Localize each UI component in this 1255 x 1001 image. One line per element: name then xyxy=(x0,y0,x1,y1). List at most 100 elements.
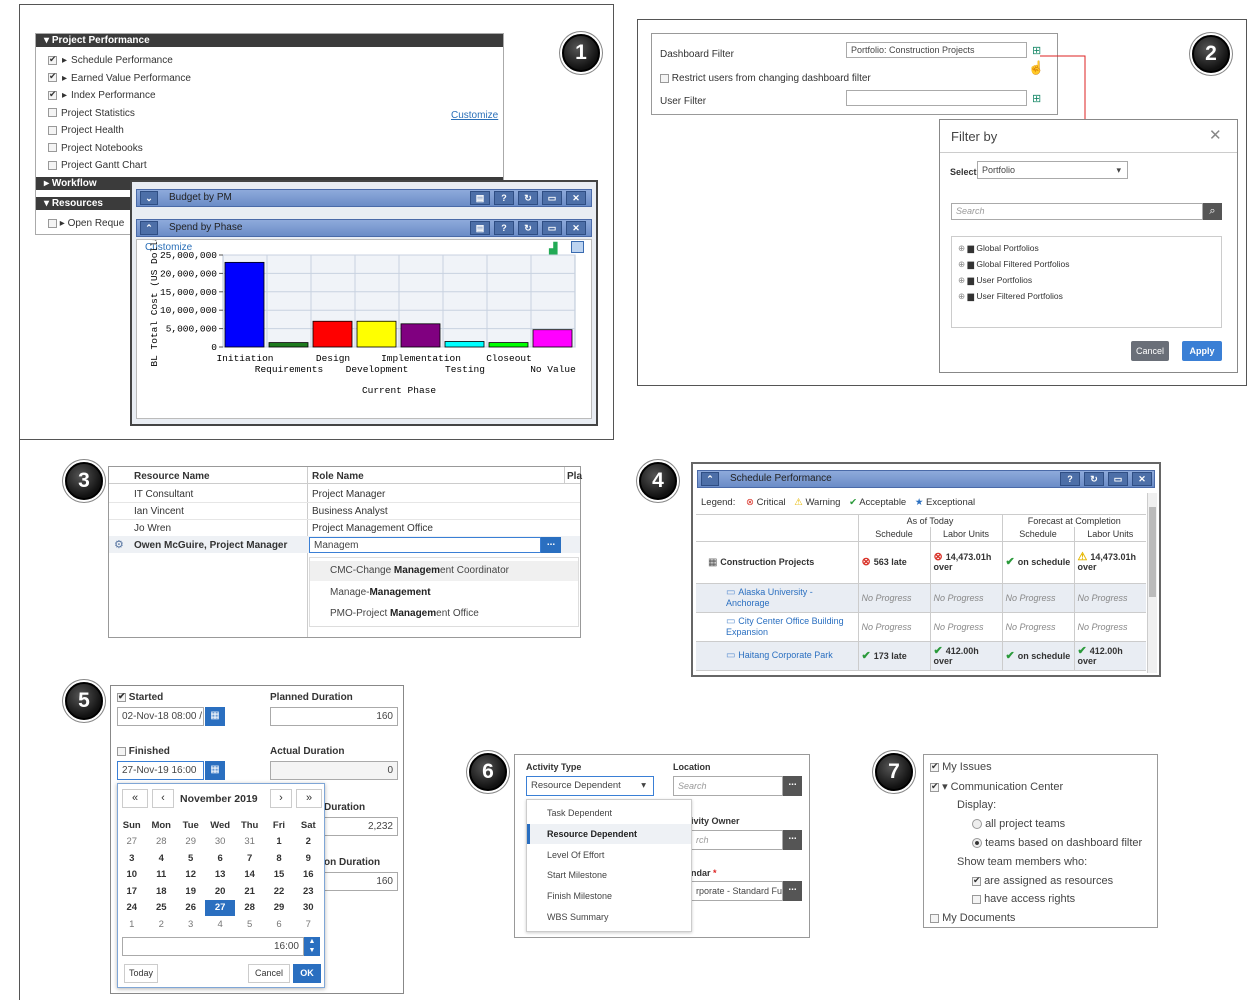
help-icon[interactable]: ? xyxy=(494,191,514,205)
search-input[interactable]: Search xyxy=(951,203,1203,220)
col-resource-name[interactable]: Resource Name xyxy=(134,471,210,482)
activity-type-option[interactable]: Finish Milestone xyxy=(527,886,691,906)
prev-year-button[interactable]: « xyxy=(122,789,148,808)
budget-by-pm-titlebar[interactable]: ⌄ Budget by PM ▤ ? ↻ ▭ ✕ xyxy=(136,189,592,207)
gear-icon[interactable]: ⚙ xyxy=(114,538,124,551)
calendar-day[interactable]: 10 xyxy=(117,867,146,884)
checkbox[interactable] xyxy=(48,71,57,83)
print-icon[interactable]: ▤ xyxy=(470,191,490,205)
close-icon[interactable]: ✕ xyxy=(566,221,586,235)
open-requests-item[interactable]: ▸ Open Reque xyxy=(48,218,124,229)
cancel-button[interactable]: Cancel xyxy=(1131,341,1169,361)
calendar-day[interactable]: 4 xyxy=(146,850,176,867)
schedule-row[interactable]: ▦ Construction Projects ⊗ 563 late ⊗ 14,47… xyxy=(696,541,1146,583)
duration-input[interactable]: 2,232 xyxy=(324,817,398,836)
performance-item[interactable]: Project Statistics xyxy=(48,108,135,119)
calendar-day[interactable]: 13 xyxy=(205,867,235,884)
calendar-day[interactable]: 3 xyxy=(117,850,146,867)
calendar-day[interactable]: 15 xyxy=(264,867,293,884)
expand-arrow-icon[interactable]: ▸ xyxy=(62,55,67,66)
resource-name[interactable]: Jo Wren xyxy=(134,523,171,534)
activity-type-option[interactable]: Task Dependent xyxy=(527,803,691,823)
calendar-day[interactable]: 29 xyxy=(176,834,205,851)
activity-type-option[interactable]: WBS Summary xyxy=(527,907,691,927)
help-icon[interactable]: ? xyxy=(494,221,514,235)
spend-by-phase-titlebar[interactable]: ⌃ Spend by Phase ▤ ? ↻ ▭ ✕ xyxy=(136,219,592,237)
resource-name[interactable]: Ian Vincent xyxy=(134,506,184,517)
close-icon[interactable]: ✕ xyxy=(1132,472,1152,486)
calendar-day[interactable]: 2 xyxy=(294,834,323,851)
restore-icon[interactable]: ▭ xyxy=(542,221,562,235)
performance-item[interactable]: ▸ Index Performance xyxy=(48,89,156,101)
expand-arrow-icon[interactable]: ▸ xyxy=(62,90,67,101)
calendar-icon[interactable]: ▦ xyxy=(205,707,225,726)
search-icon[interactable]: ⌕ xyxy=(1203,203,1222,220)
bar[interactable] xyxy=(356,320,397,348)
schedule-row[interactable]: ▭ City Center Office Building Expansion N… xyxy=(696,612,1146,641)
role-suggestion[interactable]: Manage-Management xyxy=(310,583,578,603)
tree-node[interactable]: ⊕ ▆ User Portfolios xyxy=(958,272,1215,288)
schedule-row[interactable]: ▭ Haitang Corporate Park ✔ 173 late ✔ 412.… xyxy=(696,641,1146,670)
print-icon[interactable]: ▤ xyxy=(470,221,490,235)
on-duration-input[interactable]: 160 xyxy=(324,872,398,891)
calendar-day[interactable]: 30 xyxy=(294,900,323,917)
checkbox[interactable] xyxy=(48,108,57,118)
checkbox[interactable] xyxy=(48,54,57,65)
apply-button[interactable]: Apply xyxy=(1182,341,1222,361)
location-input[interactable]: Search xyxy=(673,776,783,796)
planned-duration-input[interactable]: 160 xyxy=(270,707,398,726)
performance-item[interactable]: Project Notebooks xyxy=(48,143,143,154)
my-documents-checkbox[interactable] xyxy=(930,913,939,923)
calendar-day[interactable]: 21 xyxy=(235,883,264,900)
my-issues-checkbox[interactable] xyxy=(930,761,939,772)
restore-icon[interactable]: ▭ xyxy=(1108,472,1128,486)
expand-button[interactable]: ⌄ xyxy=(140,191,158,205)
calendar-day[interactable]: 3 xyxy=(176,916,205,933)
dashboard-filter-input[interactable]: Portfolio: Construction Projects xyxy=(846,42,1027,58)
role-suggestion[interactable]: PMO-Project Management Office xyxy=(310,604,578,624)
calendar-day[interactable]: 30 xyxy=(205,834,235,851)
activity-type-option[interactable]: Resource Dependent xyxy=(527,823,691,844)
role-name[interactable]: Business Analyst xyxy=(312,506,388,517)
calendar-day[interactable]: 9 xyxy=(294,850,323,867)
ok-button[interactable]: OK xyxy=(293,964,321,983)
time-spinner[interactable]: ▲ ▼ xyxy=(304,937,320,956)
started-date-input[interactable]: 02-Nov-18 08:00 / xyxy=(117,707,204,726)
help-icon[interactable]: ? xyxy=(1060,472,1080,486)
more-button[interactable]: ... xyxy=(541,537,561,553)
calendar-day[interactable]: 1 xyxy=(117,916,146,933)
calendar-day[interactable]: 28 xyxy=(235,900,264,917)
close-icon[interactable]: ✕ xyxy=(1209,126,1222,144)
location-more-button[interactable]: ... xyxy=(783,776,802,796)
bar[interactable] xyxy=(488,342,529,348)
calendar-day[interactable]: 11 xyxy=(146,867,176,884)
calendar-day[interactable]: 27 xyxy=(205,899,235,916)
expand-arrow-icon[interactable]: ▸ xyxy=(62,73,67,84)
checkbox[interactable] xyxy=(48,89,57,100)
comm-center-checkbox[interactable] xyxy=(930,781,939,792)
calendar-day[interactable]: 23 xyxy=(294,883,323,900)
today-button[interactable]: Today xyxy=(124,964,158,983)
calendar-day[interactable]: 16 xyxy=(294,867,323,884)
calendar-day[interactable]: 12 xyxy=(176,867,205,884)
scrollbar[interactable] xyxy=(1147,493,1157,673)
calendar-day[interactable]: 27 xyxy=(117,834,146,851)
calendar-day[interactable]: 17 xyxy=(117,883,146,900)
calendar-day[interactable]: 5 xyxy=(176,850,205,867)
calendar-more-button[interactable]: ... xyxy=(783,881,802,901)
project-name[interactable]: Haitang Corporate Park xyxy=(738,650,833,660)
all-teams-radio[interactable] xyxy=(972,819,982,830)
checkbox[interactable] xyxy=(48,125,57,135)
collapse-button[interactable]: ⌃ xyxy=(140,221,158,235)
performance-item[interactable]: ▸ Schedule Performance xyxy=(48,54,173,66)
bar[interactable] xyxy=(444,341,485,348)
performance-item[interactable]: Project Gantt Chart xyxy=(48,160,147,171)
bar[interactable] xyxy=(268,342,309,348)
select-dropdown[interactable]: Portfolio ▾ xyxy=(977,161,1128,179)
calendar-day[interactable]: 14 xyxy=(235,867,264,884)
role-input[interactable]: Managem xyxy=(309,537,541,553)
role-suggestion[interactable]: CMC-Change Management Coordinator xyxy=(310,561,578,581)
teams-filter-radio[interactable] xyxy=(972,838,982,849)
col-role-name[interactable]: Role Name xyxy=(312,471,364,482)
project-name[interactable]: Alaska University - Anchorage xyxy=(726,587,813,608)
